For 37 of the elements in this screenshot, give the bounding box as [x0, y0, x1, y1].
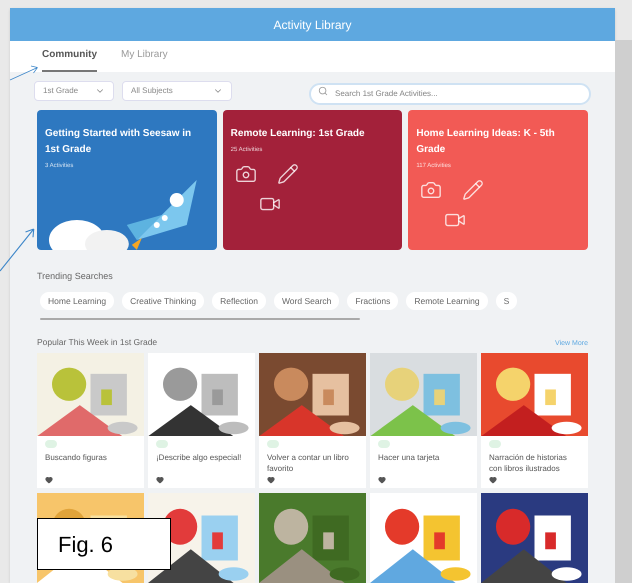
section-title: Popular This Week in 1st Grade: [37, 336, 158, 349]
window-title: Activity Library: [273, 16, 352, 34]
activity-title: Narración de historias con libros ilustrados: [488, 452, 568, 476]
activity-card[interactable]: Volver a contar un libro favorito: [259, 353, 366, 488]
search-chip[interactable]: Fractions: [347, 292, 398, 310]
grade-badge: [156, 440, 168, 448]
grade-badge: [489, 440, 501, 448]
search-chip[interactable]: Remote Learning: [406, 292, 488, 310]
search-icon: [318, 86, 328, 96]
activity-card[interactable]: Hacer una tarjeta: [370, 353, 477, 488]
heart-icon: [156, 476, 164, 484]
search-chip[interactable]: S: [496, 292, 518, 310]
grade-badge: [378, 440, 390, 448]
search-field[interactable]: Search 1st Grade Activities...: [309, 82, 591, 105]
activity-title: ¡Describe algo especial!: [155, 452, 242, 464]
search-chip[interactable]: Home Learning: [40, 292, 114, 310]
scrollbar[interactable]: [615, 40, 632, 583]
section-title: Trending Searches: [37, 271, 113, 282]
grade-badge: [267, 440, 279, 448]
pencil-icon: [276, 163, 299, 186]
activity-card[interactable]: Narración de historias con libros ilustrados: [481, 353, 588, 488]
heart-icon: [378, 476, 386, 484]
pencil-icon: [462, 179, 484, 202]
search-chip[interactable]: Reflection: [212, 292, 266, 310]
search-chip[interactable]: Creative Thinking: [122, 292, 204, 310]
filter-dropdown[interactable]: All Subjects: [122, 81, 232, 102]
filter-dropdown[interactable]: 1st Grade: [34, 81, 114, 102]
activity-title: Buscando figuras: [44, 452, 108, 464]
heart-icon: [267, 476, 275, 484]
heart-icon: [45, 476, 53, 484]
search-chip[interactable]: Word Search: [274, 292, 340, 310]
grade-badge: [45, 440, 57, 448]
activity-title: Volver a contar un libro favorito: [266, 452, 350, 476]
heart-icon: [489, 476, 497, 484]
activity-card[interactable]: Buscando figuras: [37, 353, 144, 488]
activity-title: Hacer una tarjeta: [377, 452, 440, 464]
tab[interactable]: Community: [42, 47, 97, 72]
